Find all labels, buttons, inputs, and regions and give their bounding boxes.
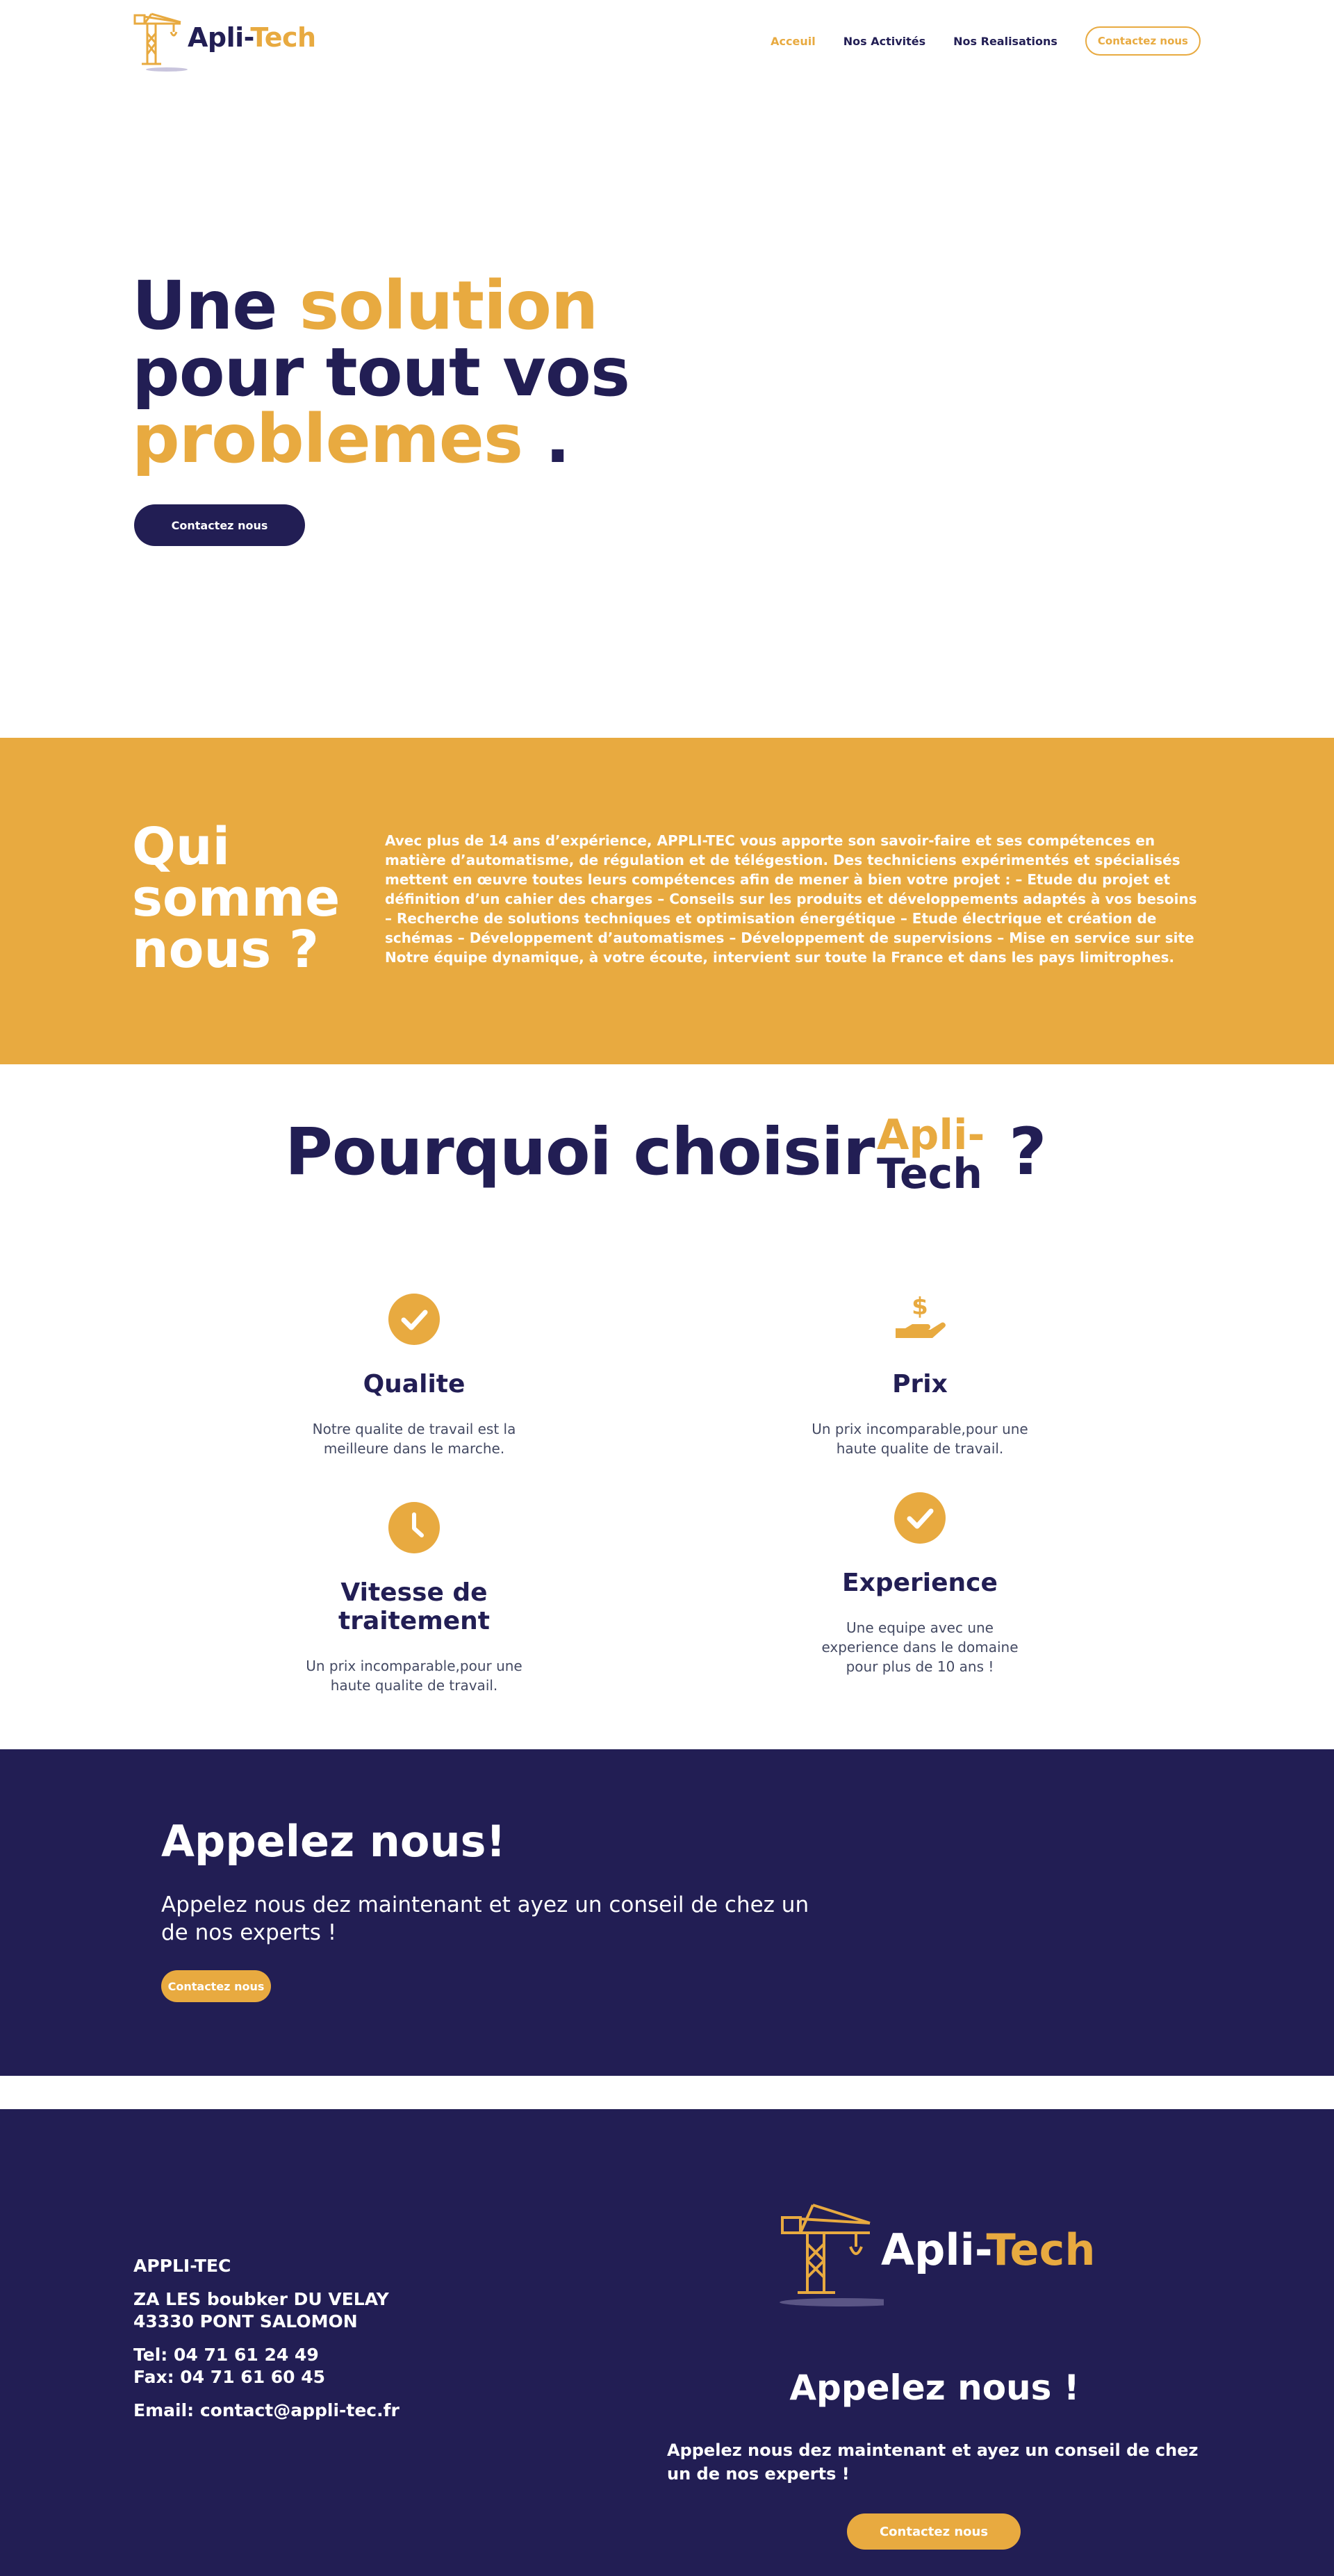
about-title-line-3: nous ?: [132, 920, 319, 980]
why-section-title: Pourquoi choisir Apli- Tech ?: [0, 1106, 1334, 1196]
nav-item-realisations[interactable]: Nos Realisations: [953, 35, 1057, 48]
footer-address-line-1: ZA LES boubker DU VELAY: [133, 2289, 389, 2309]
footer-phones: Tel: 04 71 61 24 49 Fax: 04 71 61 60 45: [133, 2344, 400, 2388]
feature-text: Notre qualite de travail est la meilleur…: [312, 1421, 516, 1457]
about-section: Qui somme nous ? Avec plus de 14 ans d’e…: [0, 738, 1334, 1064]
clock-icon: [388, 1502, 440, 1553]
call-title: Appelez nous!: [161, 1816, 506, 1867]
call-section: Appelez nous! Appelez nous dez maintenan…: [0, 1749, 1334, 2076]
footer-contact-button[interactable]: Contactez nous: [847, 2513, 1021, 2550]
nav-item-activites[interactable]: Nos Activités: [843, 35, 925, 48]
why-logo-part-2: Tech: [877, 1150, 982, 1198]
about-text: Avec plus de 14 ans d’expérience, APPLI-…: [385, 832, 1197, 966]
logo-wordmark: Apli-Tech: [188, 22, 316, 53]
check-circle-icon: [894, 1492, 946, 1544]
feature-text: Un prix incomparable,pour une haute qual…: [306, 1658, 522, 1694]
main-nav: Acceuil Nos Activités Nos Realisations C…: [743, 26, 1201, 56]
feature-prix: $ Prix Un prix incomparable,pour une hau…: [774, 1294, 1066, 1458]
crane-icon: [133, 13, 188, 72]
footer-company: APPLI-TEC: [133, 2256, 231, 2276]
footer-logo-part-1: Apli-: [881, 2224, 987, 2275]
nav-contact-button[interactable]: Contactez nous: [1085, 26, 1201, 56]
footer-email[interactable]: Email: contact@appli-tec.fr: [133, 2400, 400, 2422]
feature-text: Une equipe avec une experience dans le d…: [821, 1619, 1019, 1675]
logo-part-1: Apli-: [188, 22, 251, 53]
feature-text: Un prix incomparable,pour une haute qual…: [812, 1421, 1028, 1457]
why-inline-logo: Apli- Tech: [877, 1114, 995, 1198]
call-contact-button[interactable]: Contactez nous: [161, 1970, 271, 2002]
why-title-question-mark: ?: [1009, 1114, 1047, 1190]
footer-call-title: Appelez nous !: [789, 2368, 1080, 2408]
footer-fax: Fax: 04 71 61 60 45: [133, 2367, 326, 2387]
feature-qualite: Qualite Notre qualite de travail est la …: [268, 1294, 560, 1458]
svg-text:$: $: [912, 1294, 928, 1321]
footer-address-block: ZA LES boubker DU VELAY 43330 PONT SALOM…: [133, 2288, 400, 2333]
feature-title: Experience: [842, 1569, 998, 1597]
hand-dollar-icon: $: [896, 1294, 946, 1338]
footer-call-text: Appelez nous dez maintenant et ayez un c…: [667, 2441, 1199, 2484]
why-title-text: Pourquoi choisir: [285, 1114, 875, 1190]
hero-headline: Une solution pour tout vos problemes .: [132, 272, 630, 472]
hero-contact-button[interactable]: Contactez nous: [134, 504, 305, 546]
feature-experience: Experience Une equipe avec une experienc…: [774, 1492, 1066, 1676]
site-logo[interactable]: Apli-Tech: [132, 13, 354, 75]
footer-tel[interactable]: Tel: 04 71 61 24 49: [133, 2345, 319, 2365]
footer-address: APPLI-TEC ZA LES boubker DU VELAY 43330 …: [133, 2255, 400, 2433]
feature-title: Prix: [892, 1370, 948, 1398]
site-footer: APPLI-TEC ZA LES boubker DU VELAY 43330 …: [0, 2109, 1334, 2576]
feature-title: Vitesse de traitement: [338, 1578, 490, 1635]
footer-logo[interactable]: Apli-Tech: [780, 2202, 1099, 2313]
feature-vitesse: Vitesse de traitement Un prix incomparab…: [268, 1502, 560, 1695]
crane-icon: [780, 2204, 884, 2306]
about-title: Qui somme nous ?: [132, 821, 340, 975]
logo-part-2: Tech: [250, 22, 316, 53]
footer-address-line-2: 43330 PONT SALOMON: [133, 2311, 358, 2331]
check-circle-icon: [388, 1294, 440, 1345]
feature-title: Qualite: [363, 1370, 466, 1398]
footer-logo-wordmark: Apli-Tech: [881, 2224, 1096, 2275]
call-text: Appelez nous dez maintenant et ayez un c…: [161, 1892, 809, 1945]
nav-item-accueil[interactable]: Acceuil: [771, 35, 816, 48]
hero-word-problemes: problemes: [132, 400, 523, 478]
site-header: Apli-Tech Acceuil Nos Activités Nos Real…: [0, 0, 1334, 85]
footer-logo-part-2: Tech: [986, 2224, 1096, 2275]
footer-call: Appelez nous ! Appelez nous dez maintena…: [667, 2368, 1202, 2486]
hero-section: Une solution pour tout vos problemes . C…: [0, 85, 1334, 738]
hero-period: .: [522, 400, 570, 478]
